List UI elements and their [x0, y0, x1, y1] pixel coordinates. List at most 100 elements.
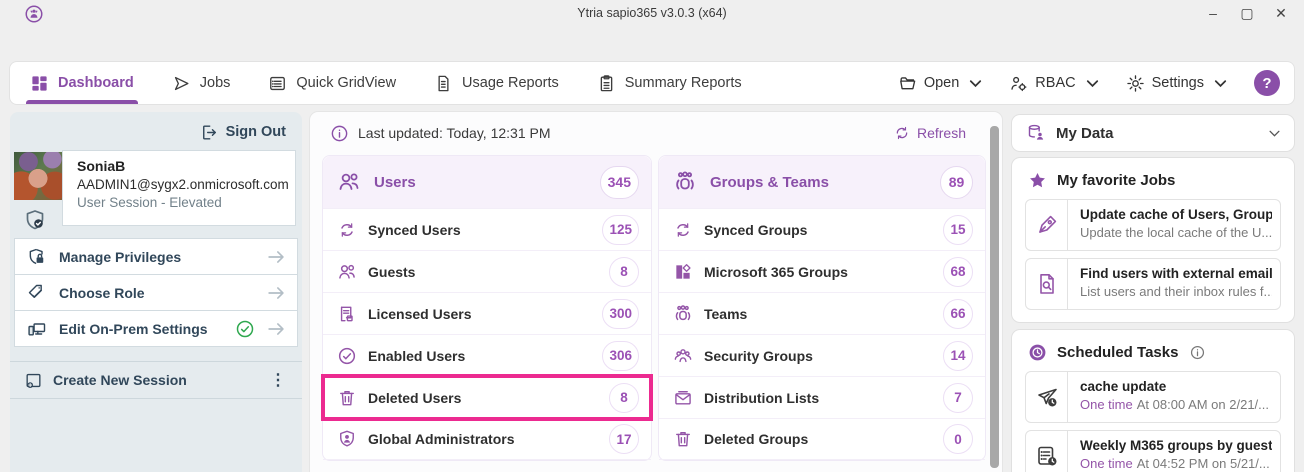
tab-label: Jobs: [200, 75, 231, 91]
maximize-button[interactable]: ▢: [1236, 3, 1258, 23]
dashboard-header: Last updated: Today, 12:31 PM Refresh: [310, 112, 1002, 154]
open-button[interactable]: Open: [898, 74, 985, 93]
job-subtitle: Update the local cache of the U...: [1080, 225, 1272, 240]
sign-out-button[interactable]: Sign Out: [10, 112, 302, 152]
license-icon: [337, 304, 357, 324]
row-label: Distribution Lists: [704, 390, 819, 406]
row-label: Guests: [368, 264, 415, 280]
m365-groups-row[interactable]: Microsoft 365 Groups 68: [659, 250, 985, 292]
tab-quick-gridview[interactable]: Quick GridView: [268, 62, 396, 104]
scheduled-task-item[interactable]: Weekly M365 groups by guest... One timeA…: [1025, 430, 1281, 472]
chevron-down-icon: [966, 74, 985, 93]
row-label: Teams: [704, 306, 747, 322]
row-count: 14: [943, 341, 973, 371]
refresh-label: Refresh: [917, 125, 966, 141]
scheduled-tasks-card: Scheduled Tasks cache update One timeAt …: [1012, 330, 1294, 472]
row-label: Synced Users: [368, 222, 461, 238]
card-count-badge: 345: [600, 166, 639, 199]
list-clock-icon: [1035, 444, 1059, 468]
kebab-menu-icon[interactable]: ⋮: [264, 370, 292, 390]
gridview-icon: [268, 74, 287, 93]
gear-icon: [1126, 74, 1145, 93]
groups-teams-card-header[interactable]: Groups & Teams 89: [659, 156, 985, 208]
tab-jobs[interactable]: Jobs: [172, 62, 231, 104]
help-button[interactable]: ?: [1254, 70, 1280, 96]
task-title: Weekly M365 groups by guest...: [1080, 438, 1272, 453]
edit-onprem-settings-item[interactable]: Edit On-Prem Settings: [14, 310, 298, 347]
jobs-icon: [172, 74, 191, 93]
my-data-card[interactable]: My Data: [1012, 115, 1294, 151]
choose-role-item[interactable]: Choose Role: [14, 274, 298, 311]
enabled-users-row[interactable]: Enabled Users 306: [323, 334, 651, 376]
favorite-job-item[interactable]: Update cache of Users, Groups... Update …: [1025, 199, 1281, 251]
job-subtitle: List users and their inbox rules f...: [1080, 284, 1272, 299]
row-count: 125: [602, 215, 639, 245]
send-clock-icon: [1035, 385, 1059, 409]
sync-icon: [337, 220, 357, 240]
users-card-header[interactable]: Users 345: [323, 156, 651, 208]
rbac-button[interactable]: RBAC: [1009, 74, 1101, 93]
close-button[interactable]: ✕: [1270, 3, 1292, 23]
teams-row[interactable]: Teams 66: [659, 292, 985, 334]
deleted-groups-row[interactable]: Deleted Groups 0: [659, 418, 985, 460]
favorite-jobs-card: My favorite Jobs Update cache of Users, …: [1012, 158, 1294, 322]
dashboard-panel: Last updated: Today, 12:31 PM Refresh Us…: [310, 112, 1002, 472]
menu-item-label: Manage Privileges: [59, 249, 181, 265]
row-label: Global Administrators: [368, 431, 515, 447]
tab-summary-reports[interactable]: Summary Reports: [597, 62, 742, 104]
check-circle-green-icon: [235, 319, 255, 339]
rbac-label: RBAC: [1035, 75, 1075, 91]
tab-dashboard[interactable]: Dashboard: [30, 62, 134, 104]
clock-icon: [1028, 343, 1047, 362]
teams-icon: [673, 304, 693, 324]
document-search-icon: [1035, 272, 1059, 296]
task-frequency: One time: [1080, 397, 1133, 412]
task-when: At 08:00 AM on 2/21/...: [1137, 397, 1269, 412]
card-title: Users: [374, 174, 416, 191]
settings-button[interactable]: Settings: [1126, 74, 1230, 93]
tab-bar: Dashboard Jobs Quick GridView: [10, 62, 1294, 104]
row-count: 300: [602, 299, 639, 329]
user-info-card: SoniaB AADMIN1@sygx2.onmicrosoft.com Use…: [62, 150, 296, 226]
licensed-users-row[interactable]: Licensed Users 300: [323, 292, 651, 334]
summary-reports-icon: [597, 74, 616, 93]
favorite-job-item[interactable]: Find users with external email ... List …: [1025, 258, 1281, 310]
arrow-right-icon: [265, 246, 287, 268]
manage-privileges-item[interactable]: Manage Privileges: [14, 238, 298, 275]
user-avatar[interactable]: [14, 152, 62, 200]
vertical-scrollbar[interactable]: [990, 120, 999, 472]
open-label: Open: [924, 75, 959, 91]
tab-label: Dashboard: [58, 75, 134, 91]
last-updated-text: Last updated: Today, 12:31 PM: [358, 125, 551, 141]
chevron-down-icon[interactable]: [1267, 126, 1282, 141]
window-title: Ytria sapio365 v3.0.3 (x64): [0, 6, 1304, 20]
synced-users-row[interactable]: Synced Users 125: [323, 208, 651, 250]
distribution-lists-row[interactable]: Distribution Lists 7: [659, 376, 985, 418]
row-count: 8: [609, 257, 639, 287]
groups-teams-icon: [673, 170, 697, 194]
favorite-jobs-title: My favorite Jobs: [1057, 172, 1175, 189]
tab-usage-reports[interactable]: Usage Reports: [434, 62, 559, 104]
create-new-session-button[interactable]: Create New Session ⋮: [10, 361, 302, 399]
row-label: Deleted Users: [368, 390, 461, 406]
global-administrators-row[interactable]: Global Administrators 17: [323, 418, 651, 460]
refresh-icon: [894, 125, 910, 141]
info-icon[interactable]: [1190, 345, 1205, 360]
scrollbar-thumb[interactable]: [990, 126, 999, 468]
users-icon: [337, 170, 361, 194]
card-title: Groups & Teams: [710, 174, 829, 191]
task-schedule: One timeAt 04:52 PM on 5/21/...: [1080, 456, 1272, 471]
row-count: 15: [943, 215, 973, 245]
guests-row[interactable]: Guests 8: [323, 250, 651, 292]
create-session-label: Create New Session: [53, 372, 187, 388]
refresh-button[interactable]: Refresh: [894, 125, 966, 141]
users-card: Users 345 Synced Users 125 G: [322, 155, 652, 461]
synced-groups-row[interactable]: Synced Groups 15: [659, 208, 985, 250]
minimize-button[interactable]: –: [1202, 3, 1224, 23]
deleted-users-row[interactable]: Deleted Users 8: [323, 376, 651, 418]
task-title: cache update: [1080, 379, 1269, 394]
arrow-right-icon: [265, 318, 287, 340]
scheduled-task-item[interactable]: cache update One time At 08:00 AM on 2/21…: [1025, 371, 1281, 423]
security-groups-row[interactable]: Security Groups 14: [659, 334, 985, 376]
tab-label: Usage Reports: [462, 75, 559, 91]
